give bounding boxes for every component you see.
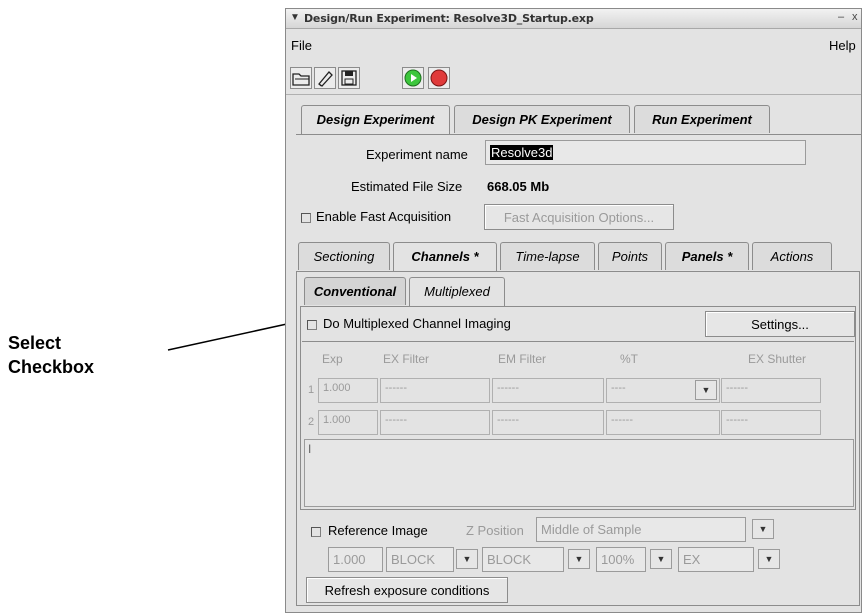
settings-button[interactable]: Settings...: [705, 311, 855, 337]
reference-ex-filter-select[interactable]: BLOCK: [386, 547, 454, 572]
exposure-field[interactable]: 1.000: [318, 378, 378, 403]
stop-button[interactable]: [428, 67, 450, 89]
ex-shutter-field[interactable]: ------: [721, 410, 821, 435]
tab-panels[interactable]: Panels *: [665, 242, 749, 270]
chevron-down-icon[interactable]: ▼: [568, 549, 590, 569]
window-menu-icon[interactable]: ▼: [290, 12, 300, 23]
chevron-down-icon[interactable]: ▼: [752, 519, 774, 539]
file-size-label: Estimated File Size: [351, 179, 463, 194]
reference-percent-t-select[interactable]: 100%: [596, 547, 646, 572]
enable-fast-acquisition-label: Enable Fast Acquisition: [316, 209, 452, 224]
fast-acquisition-options-button[interactable]: Fast Acquisition Options...: [484, 204, 674, 230]
ex-filter-field[interactable]: ------: [380, 410, 490, 435]
channel-mode-tabs: Conventional Multiplexed: [304, 277, 604, 307]
tab-actions[interactable]: Actions: [752, 242, 832, 270]
play-icon: [404, 69, 422, 87]
header-percent-t: %T: [620, 352, 638, 366]
record-stop-icon: [430, 69, 448, 87]
chevron-down-icon[interactable]: ▼: [456, 549, 478, 569]
tab-conventional[interactable]: Conventional: [304, 277, 406, 305]
tab-run-experiment[interactable]: Run Experiment: [634, 105, 770, 133]
z-position-label: Z Position: [466, 523, 524, 538]
header-em-filter: EM Filter: [498, 352, 546, 366]
row-number: 1: [308, 384, 315, 396]
z-position-select[interactable]: Middle of Sample: [536, 517, 746, 542]
reference-shutter-select[interactable]: EX: [678, 547, 754, 572]
tab-points[interactable]: Points: [598, 242, 662, 270]
row-number: 2: [308, 416, 315, 428]
menu-help[interactable]: Help: [829, 38, 856, 53]
em-filter-field[interactable]: ------: [492, 410, 604, 435]
callout-line-2: Checkbox: [8, 357, 95, 377]
tab-design-experiment[interactable]: Design Experiment: [301, 105, 450, 135]
reference-exposure-field[interactable]: 1.000: [328, 547, 383, 572]
open-button[interactable]: [290, 67, 312, 89]
experiment-name-value: Resolve3d: [490, 145, 554, 160]
exposure-field[interactable]: 1.000: [318, 410, 378, 435]
open-folder-icon: [292, 73, 310, 86]
pencil-icon: [318, 71, 333, 87]
menu-bar: File Help: [286, 30, 861, 58]
notes-area[interactable]: I: [304, 439, 854, 507]
edit-button[interactable]: [314, 67, 336, 89]
tab-sectioning[interactable]: Sectioning: [298, 242, 390, 270]
reference-em-filter-select[interactable]: BLOCK: [482, 547, 564, 572]
toolbar: [286, 61, 861, 95]
ex-shutter-field[interactable]: ------: [721, 378, 821, 403]
floppy-disk-icon: [341, 70, 357, 86]
enable-fast-acquisition-checkbox[interactable]: [301, 213, 311, 223]
save-button[interactable]: [338, 67, 360, 89]
percent-t-field[interactable]: ------: [606, 410, 720, 435]
callout-text: Select Checkbox: [8, 331, 94, 379]
tab-design-pk-experiment[interactable]: Design PK Experiment: [454, 105, 630, 133]
text-cursor-icon: I: [308, 442, 312, 456]
run-button[interactable]: [402, 67, 424, 89]
main-tabs: Design Experiment Design PK Experiment R…: [301, 105, 861, 135]
reference-image-label: Reference Image: [328, 523, 428, 538]
em-filter-field[interactable]: ------: [492, 378, 604, 403]
tab-channels[interactable]: Channels *: [393, 242, 497, 272]
callout-line-1: Select: [8, 333, 62, 353]
main-tab-rule: [296, 134, 861, 135]
tab-time-lapse[interactable]: Time-lapse: [500, 242, 595, 270]
minimize-icon[interactable]: ‒: [838, 11, 844, 23]
experiment-name-label: Experiment name: [366, 147, 468, 162]
tab-multiplexed[interactable]: Multiplexed: [409, 277, 505, 307]
sub-tabs: Sectioning Channels * Time-lapse Points …: [298, 242, 858, 272]
window-title: Design/Run Experiment: Resolve3D_Startup…: [304, 12, 594, 25]
multiplexed-imaging-label: Do Multiplexed Channel Imaging: [323, 316, 511, 331]
reference-image-checkbox[interactable]: [311, 527, 321, 537]
ex-filter-field[interactable]: ------: [380, 378, 490, 403]
multiplexed-rule: [302, 341, 854, 342]
header-exp: Exp: [322, 352, 343, 366]
file-size-value: 668.05 Mb: [487, 179, 550, 194]
experiment-window: ▼ Design/Run Experiment: Resolve3D_Start…: [285, 8, 862, 613]
close-icon[interactable]: x: [852, 11, 858, 23]
refresh-exposure-button[interactable]: Refresh exposure conditions: [306, 577, 508, 603]
header-ex-shutter: EX Shutter: [748, 352, 807, 366]
chevron-down-icon[interactable]: ▼: [695, 380, 717, 400]
multiplexed-imaging-checkbox[interactable]: [307, 320, 317, 330]
title-bar: ▼ Design/Run Experiment: Resolve3D_Start…: [286, 9, 861, 29]
experiment-name-field[interactable]: Resolve3d: [485, 140, 806, 165]
menu-file[interactable]: File: [291, 38, 312, 53]
header-ex-filter: EX Filter: [383, 352, 430, 366]
chevron-down-icon[interactable]: ▼: [650, 549, 672, 569]
chevron-down-icon[interactable]: ▼: [758, 549, 780, 569]
